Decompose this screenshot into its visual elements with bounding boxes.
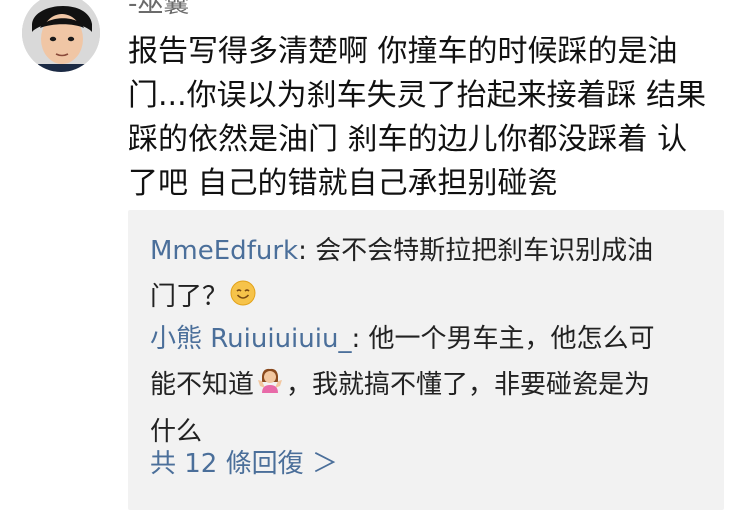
user-avatar-photo	[22, 0, 100, 72]
reply-author-name[interactable]: MmeEdfurk	[150, 236, 298, 266]
reply-text: 能不知道	[150, 370, 255, 400]
replies-container[interactable]: MmeEdfurk: 会不会特斯拉把刹车识别成油 门了？ 小熊 Ruiuiuiu…	[128, 210, 724, 510]
reply-item[interactable]: 小熊 Ruiuiuiuiu_: 他一个男车主，他怎么可 能不知道 ，我就搞不懂了…	[150, 316, 710, 455]
reply-line: 能不知道 ，我就搞不懂了，非要碰瓷是为	[150, 362, 710, 409]
comment-line: 报告写得多清楚啊 你撞车的时候踩的是油	[128, 34, 678, 69]
smiling-face-icon	[230, 275, 256, 321]
reply-text: : 他一个男车主，他怎么可	[351, 324, 655, 354]
chevron-right-icon: ＞	[311, 449, 338, 479]
view-all-replies-link[interactable]: 共 12 條回復 ＞	[150, 444, 338, 484]
avatar[interactable]	[22, 0, 100, 72]
reply-item[interactable]: MmeEdfurk: 会不会特斯拉把刹车识别成油 门了？	[150, 228, 710, 321]
reply-line: MmeEdfurk: 会不会特斯拉把刹车识别成油	[150, 228, 710, 274]
person-shrugging-icon	[256, 363, 284, 409]
reply-text: 门了？	[150, 282, 229, 312]
comment-line: 了吧 自己的错就自己承担别碰瓷	[128, 166, 558, 201]
more-replies-label: 共 12 條回復	[150, 449, 304, 479]
reply-text: ，我就搞不懂了，非要碰瓷是为	[286, 370, 651, 400]
comment-line: 踩的依然是油门 刹车的边儿你都没踩着 认	[128, 122, 688, 157]
comment-text: 报告写得多清楚啊 你撞车的时候踩的是油 门...你误以为刹车失灵了抬起来接着踩 …	[128, 30, 738, 206]
reply-author-name[interactable]: 小熊 Ruiuiuiuiu_	[150, 324, 351, 354]
reply-line: 门了？	[150, 274, 710, 321]
comment-line: 门...你误以为刹车失灵了抬起来接着踩 结果	[128, 78, 707, 113]
reply-text: : 会不会特斯拉把刹车识别成油	[298, 236, 654, 266]
reply-line: 小熊 Ruiuiuiuiu_: 他一个男车主，他怎么可	[150, 316, 710, 362]
comment-author-name[interactable]: -巫囊	[128, 0, 189, 20]
